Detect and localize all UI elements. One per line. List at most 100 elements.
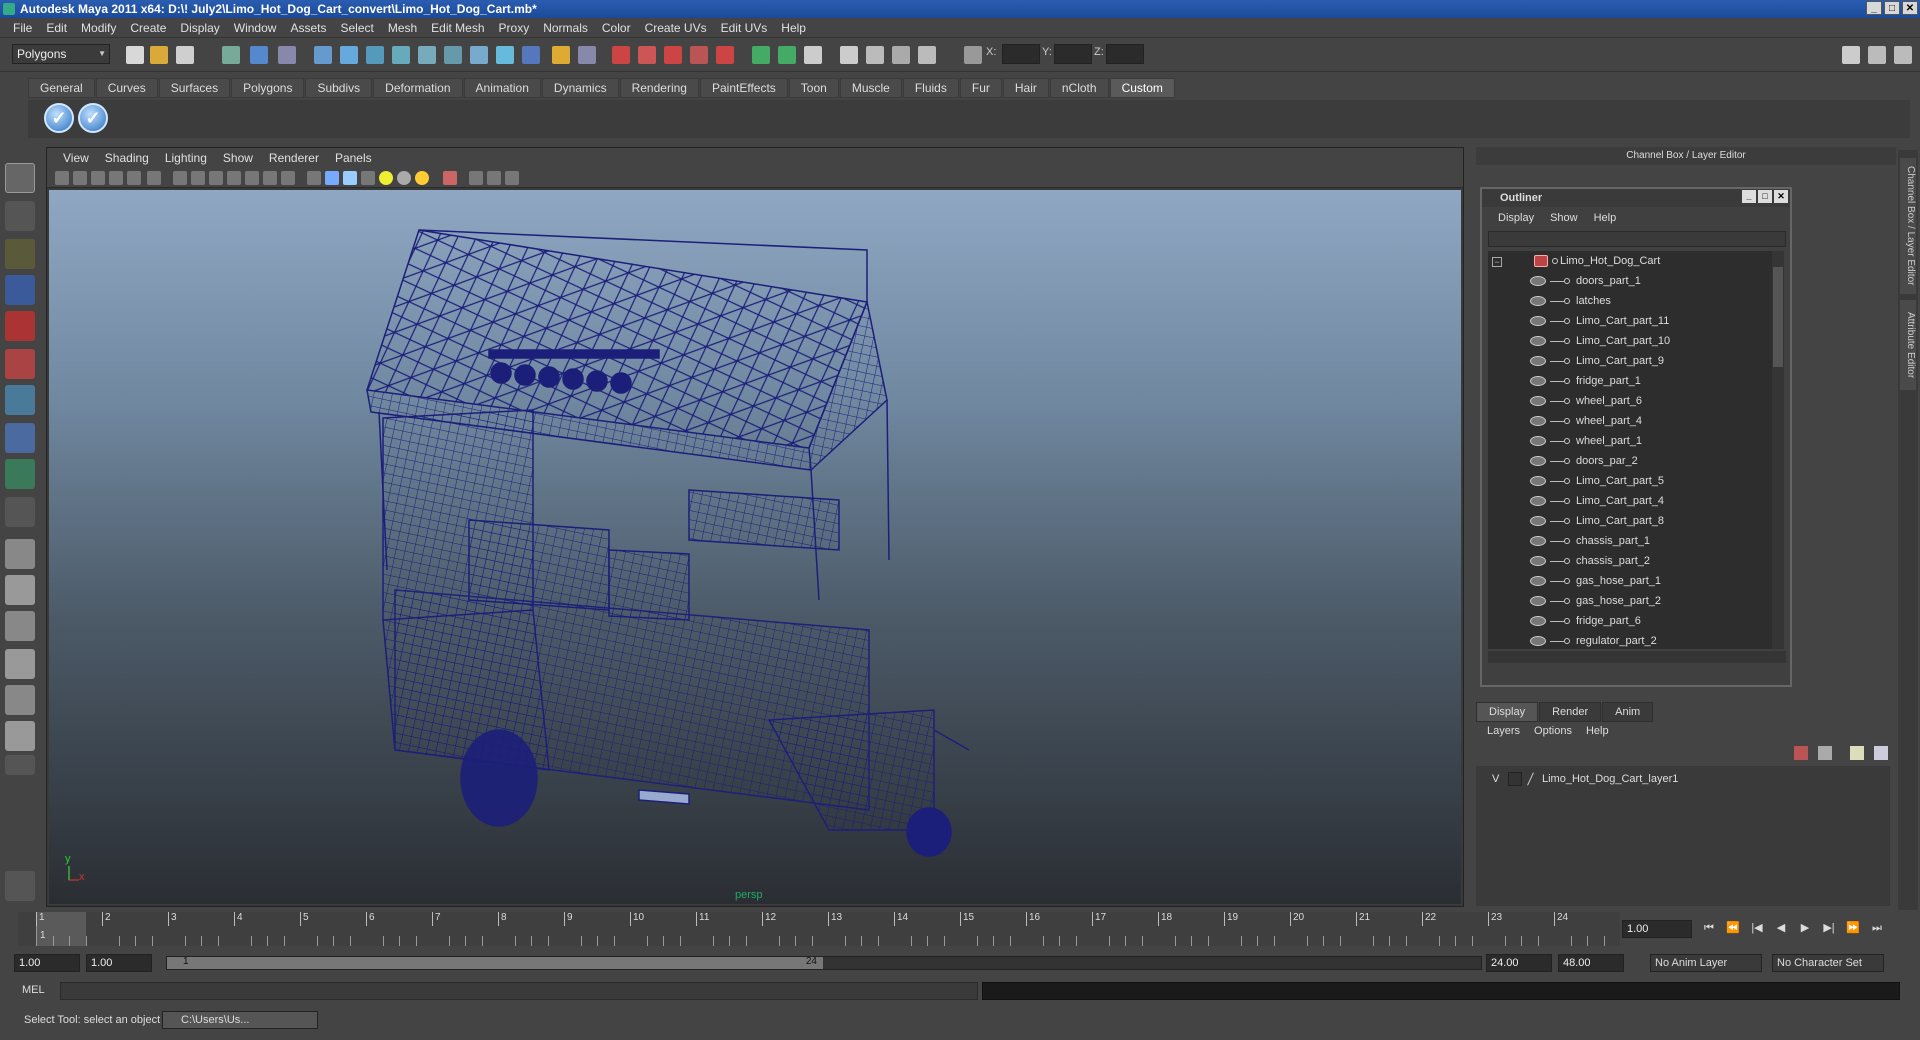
side-tab-channel-box[interactable]: Channel Box / Layer Editor bbox=[1900, 158, 1916, 294]
layer-tab-anim[interactable]: Anim bbox=[1602, 702, 1654, 722]
snap-view-plane-icon[interactable] bbox=[690, 46, 708, 64]
snap-point-icon[interactable] bbox=[664, 46, 682, 64]
layer-tab-render[interactable]: Render bbox=[1539, 702, 1602, 722]
select-curve-icon[interactable] bbox=[366, 46, 384, 64]
play-forwards-button[interactable]: ▶ bbox=[1796, 920, 1814, 936]
outliner-item[interactable]: wheel_part_1 bbox=[1488, 431, 1774, 451]
layer-menu-help[interactable]: Help bbox=[1579, 722, 1616, 740]
construction-history-icon[interactable] bbox=[804, 46, 822, 64]
outliner-item[interactable]: latches bbox=[1488, 291, 1774, 311]
grease-pencil-icon[interactable] bbox=[147, 171, 161, 185]
viewport-menu-renderer[interactable]: Renderer bbox=[261, 151, 327, 165]
select-misc-icon[interactable] bbox=[496, 46, 514, 64]
menu-help[interactable]: Help bbox=[774, 21, 813, 35]
layout-four-icon[interactable] bbox=[5, 575, 35, 605]
time-slider[interactable]: 1 1 2 3 4 5 6 7 8 9 10 11 12 13 14 15 16 17 18 19 20 21 22 23 2… bbox=[18, 912, 1620, 946]
current-frame-field[interactable]: 1.00 bbox=[1622, 920, 1692, 938]
resolution-gate-icon[interactable] bbox=[209, 171, 223, 185]
shelf-tab-toon[interactable]: Toon bbox=[788, 78, 839, 98]
input-ops-icon[interactable] bbox=[752, 46, 770, 64]
range-slider[interactable]: 1 24 bbox=[166, 956, 1482, 970]
perspective-viewport[interactable]: y x persp bbox=[49, 190, 1461, 904]
shelf-tab-deformation[interactable]: Deformation bbox=[373, 78, 463, 98]
layer-visibility-toggle[interactable]: V bbox=[1492, 770, 1499, 788]
minimize-button[interactable]: _ bbox=[1866, 1, 1882, 15]
viewport-menu-lighting[interactable]: Lighting bbox=[157, 151, 215, 165]
outliner-item[interactable]: Limo_Cart_part_11 bbox=[1488, 311, 1774, 331]
snap-curve-icon[interactable] bbox=[638, 46, 656, 64]
y-field[interactable] bbox=[1054, 44, 1092, 64]
field-chart-icon[interactable] bbox=[245, 171, 259, 185]
snap-grid-icon[interactable] bbox=[612, 46, 630, 64]
lasso-tool-icon[interactable] bbox=[5, 201, 35, 231]
last-tool-icon[interactable] bbox=[5, 497, 35, 527]
outliner-item[interactable]: wheel_part_4 bbox=[1488, 411, 1774, 431]
layout-single-icon[interactable] bbox=[5, 539, 35, 569]
open-scene-icon[interactable] bbox=[150, 46, 168, 64]
render-settings-icon[interactable] bbox=[918, 46, 936, 64]
layout-more-icon[interactable] bbox=[5, 755, 35, 775]
outliner-close-button[interactable]: ✕ bbox=[1774, 190, 1788, 203]
outliner-item[interactable]: fridge_part_1 bbox=[1488, 371, 1774, 391]
select-rendering-icon[interactable] bbox=[470, 46, 488, 64]
maximize-button[interactable]: □ bbox=[1884, 1, 1900, 15]
menu-create-uvs[interactable]: Create UVs bbox=[638, 21, 714, 35]
shelf-tab-hair[interactable]: Hair bbox=[1002, 78, 1049, 98]
use-default-light-icon[interactable] bbox=[379, 171, 393, 185]
transform-field-icon[interactable] bbox=[964, 46, 982, 64]
select-object-icon[interactable] bbox=[250, 46, 268, 64]
create-layer-icon[interactable] bbox=[1850, 746, 1864, 760]
viewport-menu-view[interactable]: View bbox=[55, 151, 97, 165]
script-editor-icon[interactable] bbox=[5, 871, 35, 901]
new-layer-icon[interactable] bbox=[1794, 746, 1808, 760]
menu-edit-uvs[interactable]: Edit UVs bbox=[714, 21, 775, 35]
save-scene-icon[interactable] bbox=[176, 46, 194, 64]
x-field[interactable] bbox=[1002, 44, 1040, 64]
render-view-icon[interactable] bbox=[840, 46, 858, 64]
layer-menu-layers[interactable]: Layers bbox=[1480, 722, 1527, 740]
select-hierarchy-icon[interactable] bbox=[222, 46, 240, 64]
menu-assets[interactable]: Assets bbox=[283, 21, 333, 35]
menu-color[interactable]: Color bbox=[595, 21, 638, 35]
highlight-selection-icon[interactable] bbox=[578, 46, 596, 64]
show-channel-box-icon[interactable] bbox=[1894, 46, 1912, 64]
shelf-tab-dynamics[interactable]: Dynamics bbox=[541, 78, 619, 98]
image-plane-icon[interactable] bbox=[109, 171, 123, 185]
select-handle-icon[interactable] bbox=[314, 46, 332, 64]
select-component-icon[interactable] bbox=[278, 46, 296, 64]
outliner-menu-show[interactable]: Show bbox=[1542, 209, 1586, 227]
layout-persp-graph-icon[interactable] bbox=[5, 721, 35, 751]
outliner-item[interactable]: Limo_Cart_part_8 bbox=[1488, 511, 1774, 531]
layer-menu-options[interactable]: Options bbox=[1527, 722, 1579, 740]
render-frame-icon[interactable] bbox=[866, 46, 884, 64]
shelf-tab-custom[interactable]: Custom bbox=[1109, 78, 1175, 98]
backface-culling-icon[interactable] bbox=[505, 171, 519, 185]
rotate-tool-icon[interactable] bbox=[5, 311, 35, 341]
outliner-item[interactable]: Limo_Cart_part_5 bbox=[1488, 471, 1774, 491]
menu-edit[interactable]: Edit bbox=[39, 21, 74, 35]
shelf-tab-painteffects[interactable]: PaintEffects bbox=[699, 78, 788, 98]
universal-manipulator-icon[interactable] bbox=[5, 385, 35, 415]
go-to-end-button[interactable]: ⏭ bbox=[1868, 920, 1886, 936]
menu-set-dropdown[interactable]: Polygons bbox=[12, 44, 110, 64]
menu-modify[interactable]: Modify bbox=[74, 21, 123, 35]
outliner-vertical-scrollbar[interactable] bbox=[1772, 251, 1784, 649]
range-slider-handle[interactable]: 1 24 bbox=[167, 956, 823, 969]
layout-outliner-icon[interactable] bbox=[5, 611, 35, 641]
outliner-item[interactable]: Limo_Cart_part_10 bbox=[1488, 331, 1774, 351]
layer-template-toggle[interactable] bbox=[1508, 772, 1522, 786]
viewport-menu-panels[interactable]: Panels bbox=[327, 151, 380, 165]
wireframe-on-shaded-icon[interactable] bbox=[343, 171, 357, 185]
safe-title-icon[interactable] bbox=[281, 171, 295, 185]
layout-graph-icon[interactable] bbox=[5, 649, 35, 679]
shelf-tab-fur[interactable]: Fur bbox=[959, 78, 1002, 98]
create-layer-from-selected-icon[interactable] bbox=[1874, 746, 1888, 760]
safe-action-icon[interactable] bbox=[263, 171, 277, 185]
high-quality-icon[interactable] bbox=[415, 171, 429, 185]
bookmark-icon[interactable] bbox=[91, 171, 105, 185]
outliner-item-root[interactable]: Limo_Hot_Dog_Cart bbox=[1488, 251, 1774, 271]
smooth-shade-icon[interactable] bbox=[325, 171, 339, 185]
outliner-horizontal-scrollbar[interactable] bbox=[1488, 651, 1786, 663]
menu-create[interactable]: Create bbox=[123, 21, 173, 35]
paint-select-tool-icon[interactable] bbox=[5, 239, 35, 269]
